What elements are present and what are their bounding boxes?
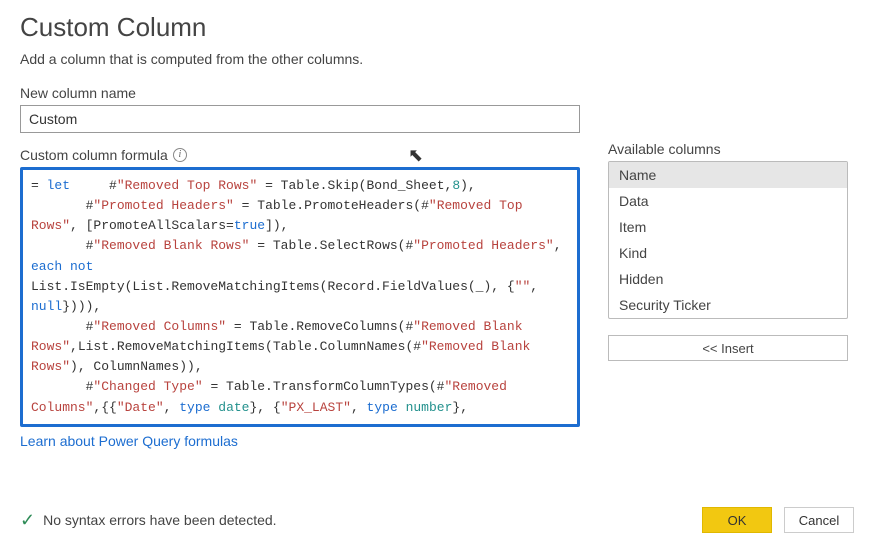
ok-button[interactable]: OK [702, 507, 772, 533]
formula-token: type [179, 400, 210, 415]
available-columns-list[interactable]: NameDataItemKindHiddenSecurity Ticker [608, 161, 848, 319]
formula-token: date [218, 400, 249, 415]
formula-token: "Removed Top Rows" [117, 178, 257, 193]
available-columns-label: Available columns [608, 141, 848, 157]
status-message: No syntax errors have been detected. [43, 512, 276, 528]
column-name-input[interactable] [20, 105, 580, 133]
formula-label: Custom column formula [20, 147, 168, 163]
available-column-item[interactable]: Item [609, 214, 847, 240]
insert-button[interactable]: << Insert [608, 335, 848, 361]
dialog-subtitle: Add a column that is computed from the o… [20, 51, 854, 67]
formula-token: "" [515, 279, 531, 294]
formula-token: }, [452, 400, 468, 415]
check-icon: ✓ [20, 511, 35, 529]
formula-token: = Table.PromoteHeaders(# [234, 198, 429, 213]
formula-token: ,{{ [93, 400, 116, 415]
formula-token: , [351, 400, 367, 415]
formula-token: ,List.RemoveMatchingItems(Table.ColumnNa… [70, 339, 421, 354]
info-icon[interactable]: i [173, 148, 187, 162]
formula-token: "PX_LAST" [281, 400, 351, 415]
available-column-item[interactable]: Name [609, 162, 847, 188]
formula-token: "Changed Type" [93, 379, 202, 394]
formula-token: }, { [250, 400, 281, 415]
available-column-item[interactable]: Security Ticker [609, 292, 847, 318]
dialog-title: Custom Column [20, 12, 854, 43]
formula-token: type [367, 400, 398, 415]
formula-token: , [PromoteAllScalars= [70, 218, 234, 233]
formula-token: number [406, 400, 453, 415]
cancel-button[interactable]: Cancel [784, 507, 854, 533]
column-name-label: New column name [20, 85, 580, 101]
formula-token: "Date" [117, 400, 164, 415]
formula-token: # [70, 178, 117, 193]
formula-token [398, 400, 406, 415]
formula-token: = Table.Skip(Bond_Sheet, [257, 178, 452, 193]
formula-token: "Promoted Headers" [413, 238, 553, 253]
formula-token: List.IsEmpty(List.RemoveMatchingItems(Re… [31, 259, 515, 294]
formula-token: = [31, 178, 47, 193]
formula-token: true [234, 218, 265, 233]
formula-token: = Table.RemoveColumns(# [226, 319, 413, 334]
available-column-item[interactable]: Hidden [609, 266, 847, 292]
learn-more-link[interactable]: Learn about Power Query formulas [20, 433, 238, 449]
formula-token: "Removed Blank Rows" [93, 238, 249, 253]
formula-token: "Removed Columns" [93, 319, 226, 334]
formula-textarea[interactable]: = let #"Removed Top Rows" = Table.Skip(B… [20, 167, 580, 427]
formula-token: null [31, 299, 62, 314]
formula-token: , [554, 238, 570, 253]
formula-token: = Table.SelectRows(# [249, 238, 413, 253]
formula-token: "Promoted Headers" [93, 198, 233, 213]
formula-token: let [47, 178, 70, 193]
formula-token: , [164, 400, 180, 415]
formula-token: = Table.TransformColumnTypes(# [203, 379, 445, 394]
formula-token: , [530, 279, 546, 294]
formula-token: 8 [452, 178, 460, 193]
available-column-item[interactable]: Data [609, 188, 847, 214]
formula-token: each not [31, 259, 93, 274]
available-column-item[interactable]: Kind [609, 240, 847, 266]
